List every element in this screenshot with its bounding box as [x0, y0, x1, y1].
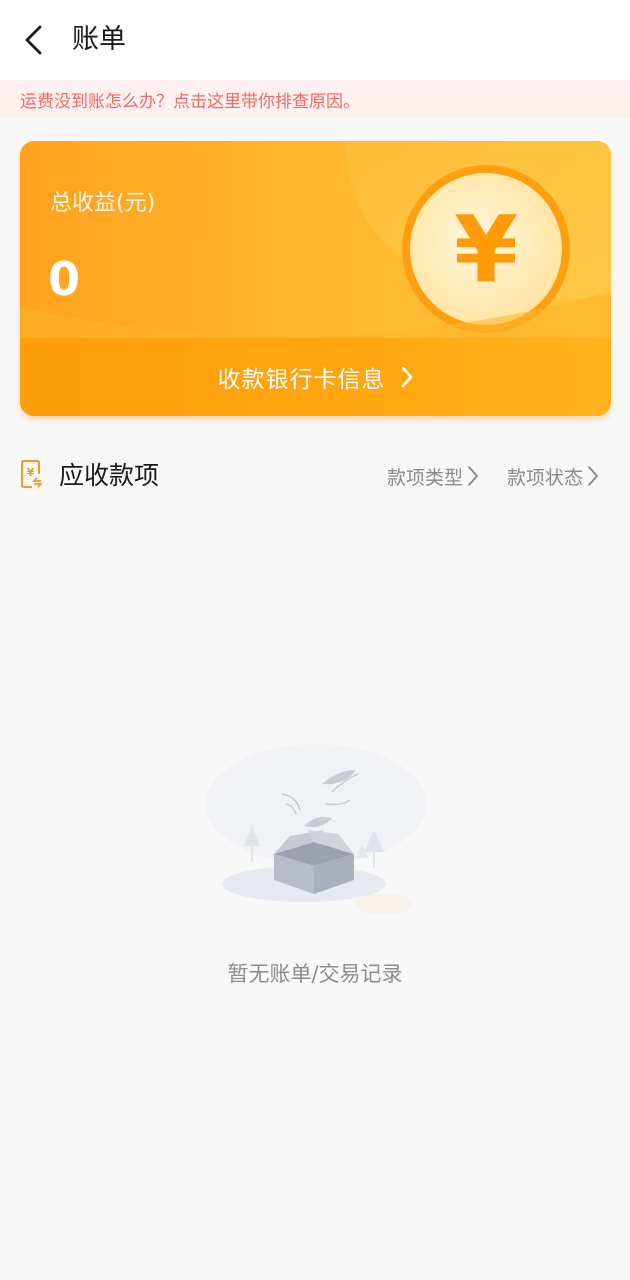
svg-text:¥: ¥	[27, 466, 35, 479]
chevron-right-icon	[587, 465, 599, 487]
empty-state-text: 暂无账单/交易记录	[227, 962, 403, 986]
filter-payment-status-label: 款项状态	[507, 466, 584, 489]
chevron-right-icon	[467, 465, 479, 487]
bank-card-info-label: 收款银行卡信息	[217, 367, 386, 393]
yuan-coin-icon: ¥	[454, 196, 518, 303]
chevron-right-icon	[400, 365, 414, 389]
filter-payment-type[interactable]: 款项类型	[387, 460, 479, 492]
earnings-card: ¥ 总收益(元) 0 收款银行卡信息	[20, 141, 611, 416]
filter-payment-type-label: 款项类型	[387, 466, 464, 489]
total-earnings-label: 总收益(元)	[50, 191, 156, 216]
top-bar: 账单	[0, 0, 630, 80]
chevron-left-icon	[25, 25, 42, 55]
filter-payment-status[interactable]: 款项状态	[507, 460, 599, 492]
empty-box-icon	[206, 744, 426, 914]
total-earnings-value: 0	[48, 252, 81, 306]
bank-card-info-button[interactable]: 收款银行卡信息	[20, 338, 611, 416]
page-title: 账单	[72, 24, 126, 55]
freight-help-notice[interactable]: 运费没到账怎么办？点击这里带你排查原因。	[0, 80, 630, 118]
receivables-title: 应收款项	[59, 461, 160, 490]
back-button[interactable]	[14, 20, 54, 60]
receivables-header: ¥ 应收款项 款项类型 款项状态	[0, 448, 630, 504]
receipt-icon: ¥	[21, 460, 42, 488]
